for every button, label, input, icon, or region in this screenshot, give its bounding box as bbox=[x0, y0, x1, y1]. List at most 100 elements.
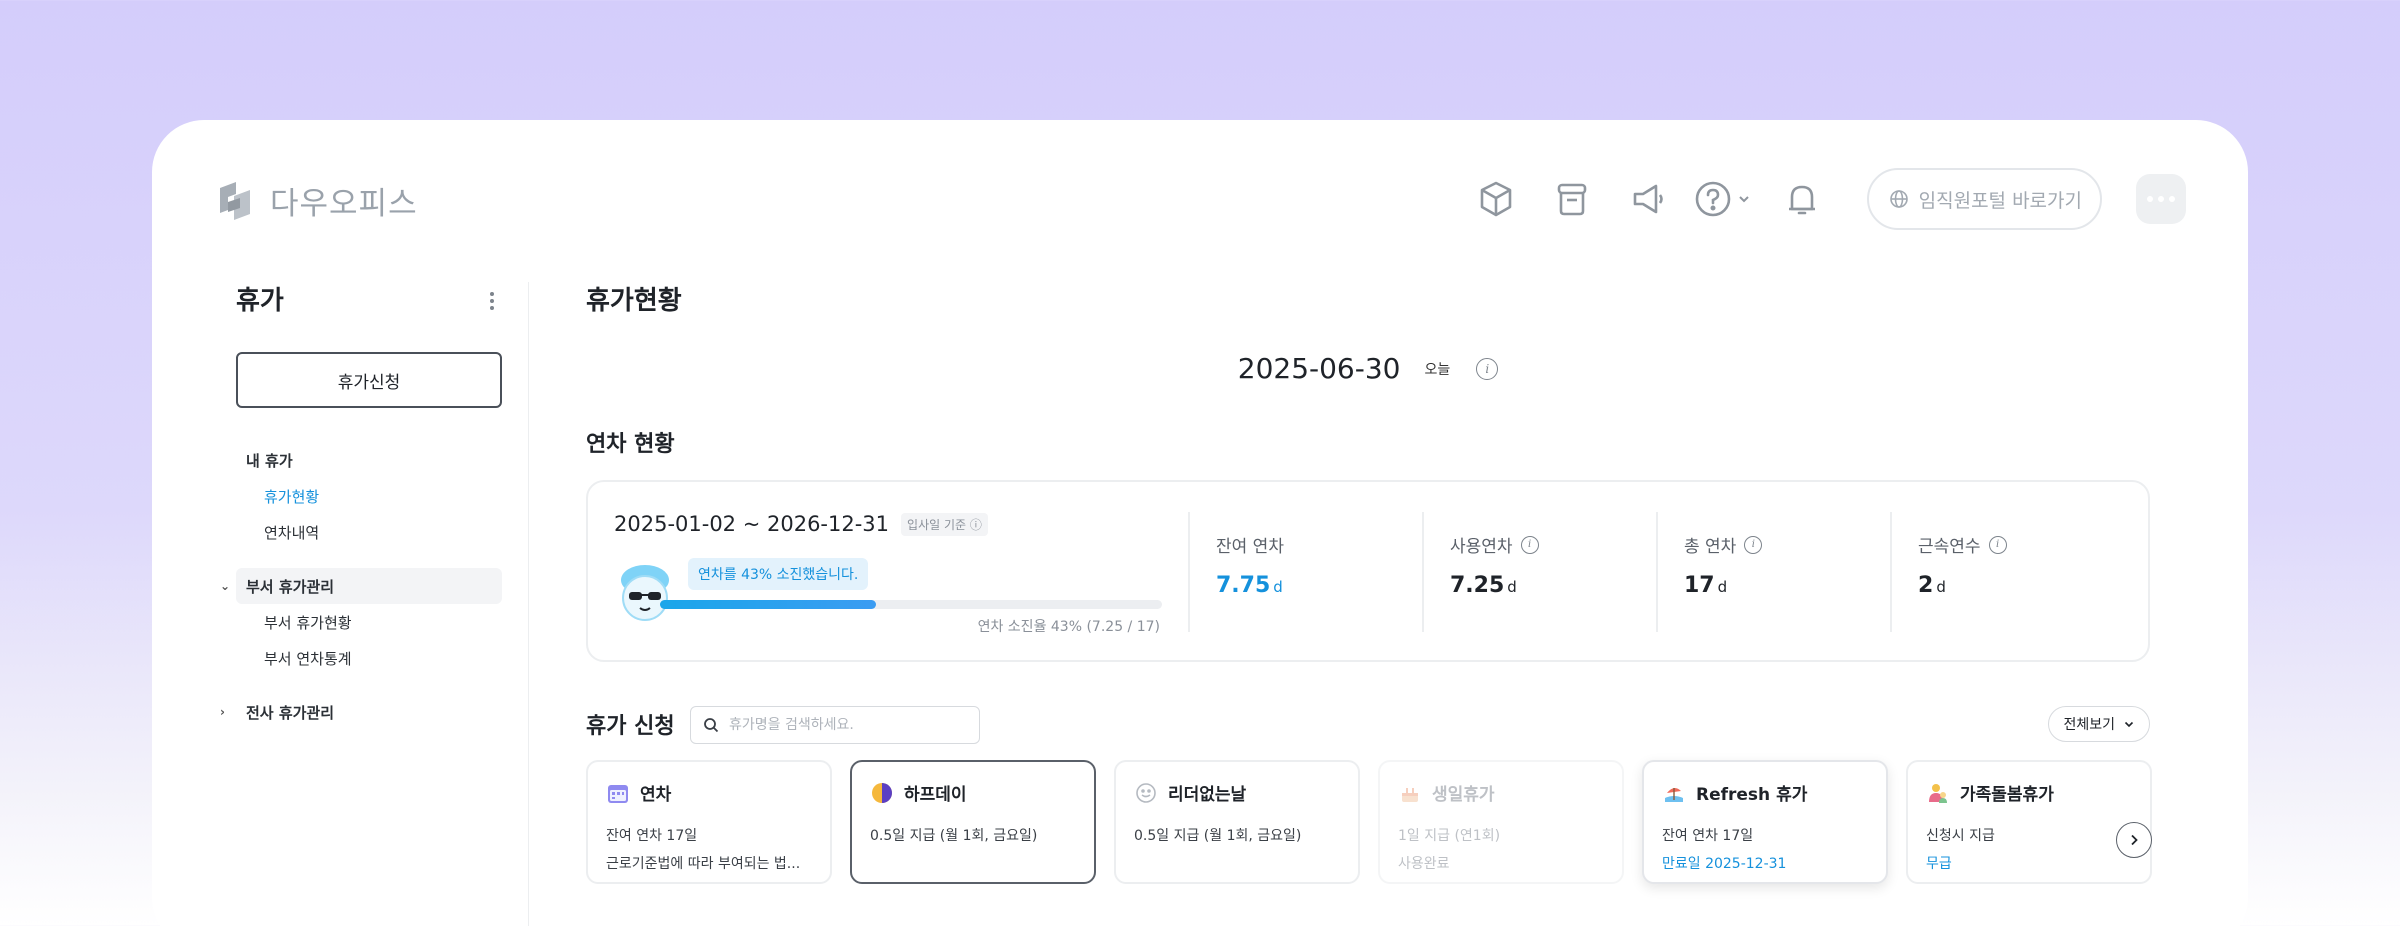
stat-value: 7.25 d bbox=[1450, 573, 1517, 598]
sidebar-title: 휴가 bbox=[236, 286, 284, 316]
app-window: 다우오피스 임직원포털 바로가기 휴가 휴가신청 내 휴가 휴가현황 연차내역 … bbox=[152, 120, 2248, 926]
info-icon[interactable]: i bbox=[1520, 535, 1539, 554]
request-section-title: 휴가 신청 bbox=[586, 714, 675, 739]
basis-label: 입사일 기준 bbox=[907, 517, 967, 532]
archive-icon bbox=[1557, 183, 1586, 216]
chevron-right-icon bbox=[2131, 834, 2138, 846]
stat-value: 7.75 d bbox=[1216, 573, 1283, 598]
stat-label: 총 연차 i bbox=[1684, 532, 1890, 557]
announcement-button[interactable] bbox=[1617, 168, 1679, 230]
sidebar: 휴가 휴가신청 내 휴가 휴가현황 연차내역 ⌄ 부서 휴가관리 부서 휴가현황… bbox=[220, 280, 502, 722]
main-content: 휴가현황 2025-06-30 오늘 i 연차 현황 2025-01-02 ~ … bbox=[586, 280, 2152, 884]
help-menu[interactable] bbox=[1693, 179, 1751, 219]
sidebar-item-dept-status[interactable]: 부서 휴가현황 bbox=[236, 604, 502, 640]
card-title: Refresh 휴가 bbox=[1662, 780, 1868, 805]
date-navigator: 2025-06-30 오늘 i bbox=[586, 352, 2150, 385]
sidebar-item-dept-stats[interactable]: 부서 연차통계 bbox=[236, 640, 502, 676]
leave-card-birthday[interactable]: 생일휴가 1일 지급 (연1회) 사용완료 bbox=[1378, 760, 1624, 884]
usage-ratio-text: 연차 소진율 43% (7.25 / 17) bbox=[977, 619, 1160, 635]
family-icon bbox=[1926, 781, 1950, 805]
chevron-down-icon bbox=[1738, 196, 1749, 203]
info-icon[interactable]: i bbox=[1476, 357, 1499, 380]
card-title: 하프데이 bbox=[870, 780, 1076, 805]
stat-label: 잔여 연차 bbox=[1216, 537, 1284, 557]
kebab-menu-icon[interactable] bbox=[490, 292, 494, 310]
header-toolbar: 임직원포털 바로가기 bbox=[1465, 168, 2186, 230]
sidebar-item-label: 부서 휴가관리 bbox=[246, 577, 335, 596]
sidebar-item-annual-history[interactable]: 연차내역 bbox=[236, 514, 502, 550]
info-icon[interactable]: i bbox=[1744, 535, 1763, 554]
annual-stats: 잔여 연차 7.75 d 사용연차 i 7.25 d 총 연차 i 17 d 근속연수 i … bbox=[1188, 512, 2124, 632]
sidebar-item-company-leave[interactable]: › 전사 휴가관리 bbox=[220, 694, 502, 730]
stat-value: 2d bbox=[1918, 573, 1946, 598]
card-line: 근로기준법에 따라 부여되는 법... bbox=[606, 856, 801, 872]
annual-section-title: 연차 현황 bbox=[586, 432, 675, 457]
portal-button-label: 임직원포털 바로가기 bbox=[1918, 189, 2082, 212]
sidebar-item-my-leave[interactable]: 내 휴가 bbox=[236, 442, 502, 478]
card-line: 0.5일 지급 (월 1회, 금요일) bbox=[1134, 828, 1302, 844]
more-button[interactable] bbox=[2136, 174, 2186, 224]
half-moon-icon bbox=[870, 781, 894, 805]
cube-icon bbox=[1480, 181, 1511, 217]
leave-type-cards: 연차 잔여 연차 17일 근로기준법에 따라 부여되는 법... 하프데이 0.… bbox=[586, 760, 2152, 884]
sidebar-item-dept-leave[interactable]: ⌄ 부서 휴가관리 bbox=[220, 568, 502, 604]
card-line: 사용완료 bbox=[1398, 856, 1450, 872]
cake-icon bbox=[1398, 781, 1422, 805]
logo-icon bbox=[220, 181, 250, 220]
leave-card-leaderless[interactable]: 리더없는날 0.5일 지급 (월 1회, 금요일) bbox=[1114, 760, 1360, 884]
dot-icon bbox=[2158, 196, 2164, 202]
stat-value: 17 d bbox=[1684, 573, 1728, 598]
smile-icon bbox=[1134, 781, 1158, 805]
portal-button[interactable]: 임직원포털 바로가기 bbox=[1866, 168, 2102, 230]
chevron-down-icon: ⌄ bbox=[220, 579, 231, 593]
stat-total: 총 연차 i 17 d bbox=[1656, 512, 1890, 632]
card-line: 잔여 연차 17일 bbox=[606, 828, 698, 844]
page-title: 휴가현황 bbox=[586, 286, 682, 316]
sidebar-item-leave-status[interactable]: 휴가현황 bbox=[236, 478, 502, 514]
card-title: 생일휴가 bbox=[1398, 780, 1604, 805]
archive-button[interactable] bbox=[1541, 168, 1603, 230]
leave-card-family-care[interactable]: 가족돌봄휴가 신청시 지급 무급 bbox=[1906, 760, 2152, 884]
card-line: 무급 bbox=[1926, 856, 1952, 872]
apply-leave-button[interactable]: 휴가신청 bbox=[236, 352, 502, 408]
leave-search bbox=[690, 706, 980, 744]
logo[interactable]: 다우오피스 bbox=[214, 178, 418, 223]
card-title: 가족돌봄휴가 bbox=[1926, 780, 2132, 805]
usage-bubble: 연차를 43% 소진했습니다. bbox=[688, 558, 869, 590]
period-text: 2025-01-02 ~ 2026-12-31 bbox=[614, 512, 890, 536]
help-icon bbox=[1695, 181, 1730, 217]
beach-icon bbox=[1662, 781, 1686, 805]
annual-period: 2025-01-02 ~ 2026-12-31 입사일 기준 ⓘ bbox=[614, 512, 988, 536]
usage-progress-fill bbox=[660, 600, 876, 609]
card-line: 1일 지급 (연1회) bbox=[1398, 828, 1501, 844]
globe-icon bbox=[1889, 190, 1908, 208]
view-all-button[interactable]: 전체보기 bbox=[2048, 706, 2150, 742]
bell-icon bbox=[1788, 185, 1815, 215]
today-button[interactable]: 오늘 bbox=[1424, 359, 1450, 379]
calendar-icon bbox=[606, 781, 630, 805]
stat-remaining: 잔여 연차 7.75 d bbox=[1188, 512, 1422, 632]
leave-card-refresh[interactable]: Refresh 휴가 잔여 연차 17일 만료일 2025-12-31 bbox=[1642, 760, 1888, 884]
dot-icon bbox=[2147, 196, 2153, 202]
leave-card-halfday[interactable]: 하프데이 0.5일 지급 (월 1회, 금요일) bbox=[850, 760, 1096, 884]
search-icon bbox=[704, 718, 719, 733]
sidebar-divider bbox=[528, 282, 529, 926]
basis-badge[interactable]: 입사일 기준 ⓘ bbox=[901, 512, 988, 536]
sidebar-item-label: 전사 휴가관리 bbox=[246, 703, 335, 722]
sidebar-nav: 내 휴가 휴가현황 연차내역 ⌄ 부서 휴가관리 부서 휴가현황 부서 연차통계… bbox=[220, 442, 502, 730]
usage-progress-bar bbox=[660, 600, 1162, 609]
search-input[interactable] bbox=[729, 717, 959, 733]
card-title: 연차 bbox=[606, 780, 812, 805]
chevron-down-icon bbox=[2124, 721, 2134, 728]
mascot-icon bbox=[621, 565, 669, 621]
stat-used: 사용연차 i 7.25 d bbox=[1422, 512, 1656, 632]
megaphone-icon bbox=[1633, 184, 1663, 214]
info-icon[interactable]: i bbox=[1988, 535, 2007, 554]
logo-text: 다우오피스 bbox=[270, 186, 418, 222]
card-line: 만료일 2025-12-31 bbox=[1662, 856, 1787, 872]
leave-card-annual[interactable]: 연차 잔여 연차 17일 근로기준법에 따라 부여되는 법... bbox=[586, 760, 832, 884]
notifications-button[interactable] bbox=[1771, 168, 1833, 230]
carousel-next-button[interactable] bbox=[2116, 822, 2152, 858]
card-title: 리더없는날 bbox=[1134, 780, 1340, 805]
box-button[interactable] bbox=[1465, 168, 1527, 230]
